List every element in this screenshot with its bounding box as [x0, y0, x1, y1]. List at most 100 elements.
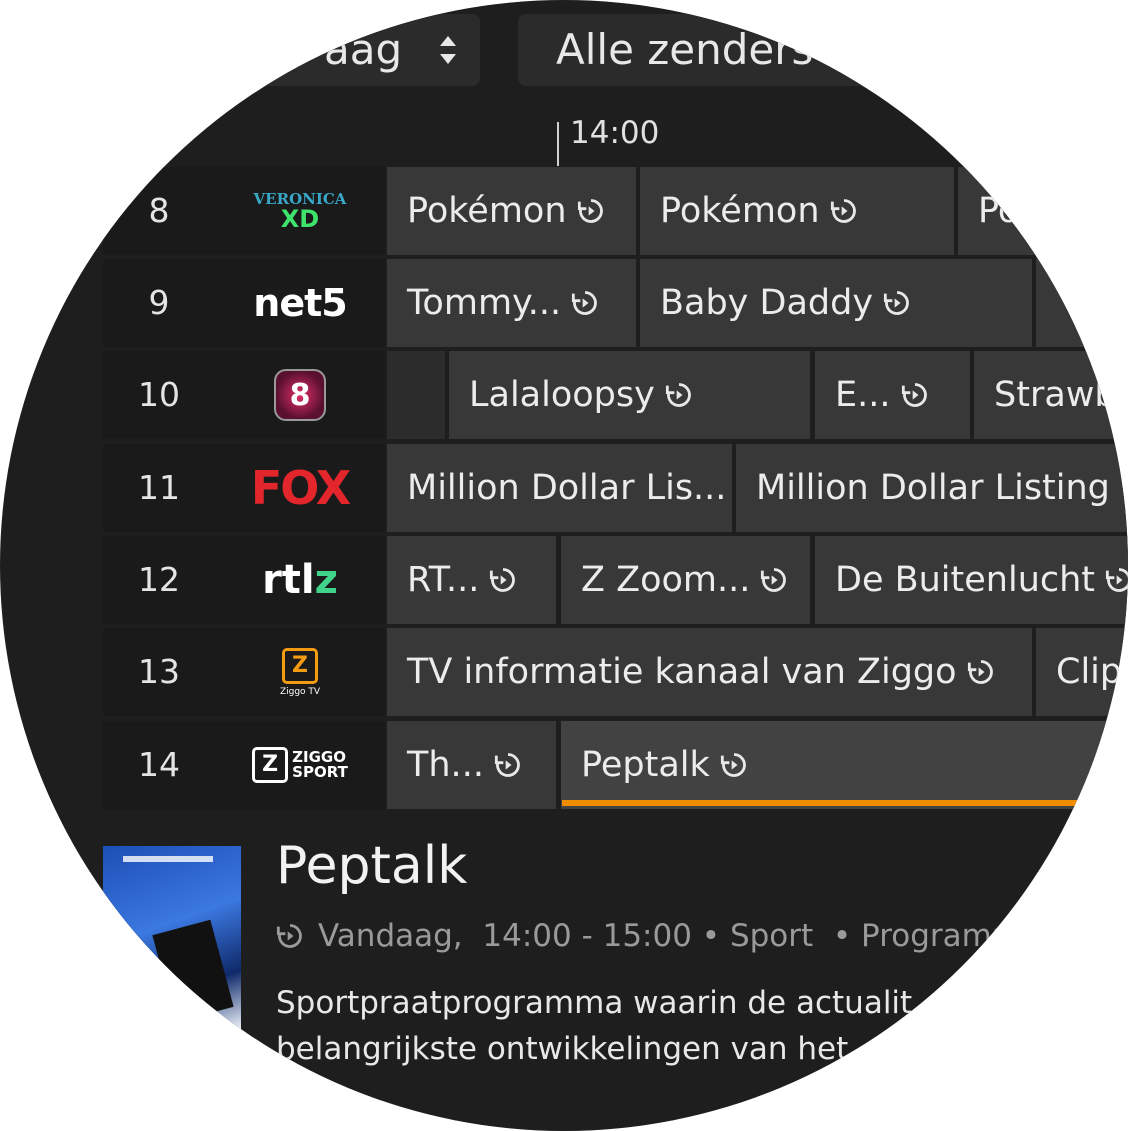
channel-number: 8 — [103, 167, 215, 255]
program-cell[interactable] — [1036, 259, 1128, 347]
detail-day: Vandaag, — [318, 918, 463, 954]
program-title: Baby Daddy — [660, 283, 874, 323]
program-title: Million Dollar Lis... — [407, 468, 727, 508]
program-cell[interactable]: Lalaloopsy — [449, 351, 810, 439]
detail-genre: Sport — [729, 918, 814, 954]
channel-logo-rtl8[interactable]: 8 — [215, 351, 385, 439]
channel-number: 14 — [103, 721, 215, 809]
xd-logo-text: XD — [280, 204, 320, 233]
channel-logo-ziggosport[interactable]: Z ZIGGO SPORT — [215, 721, 385, 809]
net5-logo-text: net5 — [253, 281, 347, 325]
program-title: Lalaloopsy — [469, 375, 655, 415]
replay-icon — [883, 291, 909, 315]
channel-row-14: 14 Z ZIGGO SPORT Th... Peptalk — [0, 721, 1128, 809]
program-cell[interactable]: Tommy... — [387, 259, 636, 347]
channel-logo-veronica[interactable]: VERONICA XD — [215, 167, 385, 255]
replay-icon — [276, 924, 302, 948]
day-selector[interactable]: aag — [240, 14, 480, 86]
channel-row-9: 9 net5 Tommy... Baby Daddy — [0, 259, 1128, 347]
channel-logo-ziggotv[interactable]: Z Ziggo TV — [215, 628, 385, 716]
replay-icon — [490, 568, 516, 592]
channel-number: 10 — [103, 351, 215, 439]
program-cell-selected[interactable]: Peptalk — [561, 721, 1128, 809]
replay-icon — [572, 291, 598, 315]
time-marker — [557, 122, 559, 166]
detail-meta: Vandaag, 14:00 - 15:00 • Sport • Program… — [276, 918, 1022, 954]
replay-icon — [665, 383, 691, 407]
program-title: RT... — [407, 560, 480, 600]
ziggosport-logo-box: Z — [252, 747, 289, 783]
channel-row-12: 12 rtl z RT... Z Zoom... De Buitenlucht — [0, 536, 1128, 624]
program-title: Clip — [1056, 652, 1123, 692]
program-cell[interactable]: Po — [958, 167, 1128, 255]
program-cell[interactable] — [387, 351, 445, 439]
replay-icon — [494, 753, 520, 777]
program-title: Po — [978, 191, 1020, 231]
channel-number: 12 — [103, 536, 215, 624]
program-title: Pokémon — [660, 191, 820, 231]
program-cell[interactable]: TV informatie kanaal van Ziggo — [387, 628, 1032, 716]
rtl8-logo-text: 8 — [289, 377, 311, 413]
channel-logo-rtlz[interactable]: rtl z — [215, 536, 385, 624]
program-title: Th... — [407, 745, 484, 785]
program-title: E... — [835, 375, 891, 415]
channel-logo-fox[interactable]: FOX — [215, 444, 385, 532]
fox-logo-text: FOX — [250, 461, 351, 515]
channel-number: 13 — [103, 628, 215, 716]
sort-arrows-icon — [438, 32, 458, 68]
replay-icon — [967, 660, 993, 684]
ziggotv-logo-text: Z — [292, 652, 308, 678]
replay-icon — [761, 568, 787, 592]
replay-icon — [830, 199, 856, 223]
ziggotv-logo-box: Z — [282, 647, 318, 684]
program-cell[interactable]: Strawb — [974, 351, 1128, 439]
program-cell[interactable]: E... — [815, 351, 970, 439]
program-cell[interactable]: RT... — [387, 536, 556, 624]
description-line-2: belangrijkste ontwikkelingen van het — [276, 1031, 849, 1067]
epg-screen: aag Alle zenders 14:00 8 VERONICA XD Pok… — [0, 0, 1128, 1131]
replay-icon — [577, 199, 603, 223]
program-cell[interactable]: Z Zoom... — [561, 536, 810, 624]
channel-number: 9 — [103, 259, 215, 347]
rtl8-logo: 8 — [274, 369, 326, 421]
detail-description: Sportpraatprogramma waarin de actualit b… — [276, 980, 912, 1072]
channel-filter-label: Alle zenders — [556, 25, 814, 74]
channel-row-11: 11 FOX Million Dollar Lis... Million Dol… — [0, 444, 1128, 532]
channel-row-13: 13 Z Ziggo TV TV informatie kanaal van Z… — [0, 628, 1128, 716]
program-title: Strawb — [994, 375, 1117, 415]
program-cell[interactable]: De Buitenlucht — [815, 536, 1128, 624]
day-selector-label: aag — [324, 25, 403, 74]
program-title: Z Zoom... — [581, 560, 751, 600]
program-cell[interactable]: Million Dollar Lis... — [387, 444, 732, 532]
description-line-1: Sportpraatprogramma waarin de actualit — [276, 985, 913, 1021]
program-cell[interactable]: Th... — [387, 721, 556, 809]
channel-filter[interactable]: Alle zenders — [518, 14, 1078, 86]
program-title: Pokémon — [407, 191, 567, 231]
replay-icon — [720, 753, 746, 777]
detail-time: 14:00 - 15:00 — [482, 918, 692, 954]
replay-icon — [1105, 568, 1128, 592]
program-cell[interactable]: Million Dollar Listing — [736, 444, 1128, 532]
program-cell[interactable]: Pokémon — [387, 167, 636, 255]
replay-icon — [901, 383, 927, 407]
program-title: De Buitenlucht — [835, 560, 1096, 600]
ziggotv-logo-sub: Ziggo TV — [279, 686, 321, 697]
channel-number: 11 — [103, 444, 215, 532]
program-title: Million Dollar Listing — [756, 468, 1110, 508]
program-cell[interactable]: Pokémon — [640, 167, 954, 255]
detail-title: Peptalk — [276, 836, 468, 896]
detail-type: Programm — [861, 918, 1023, 954]
channel-logo-net5[interactable]: net5 — [215, 259, 385, 347]
channel-row-10: 10 8 Lalaloopsy E... Strawb — [0, 351, 1128, 439]
time-marker-label: 14:00 — [570, 115, 660, 151]
program-thumbnail — [103, 846, 241, 1086]
program-title: Peptalk — [581, 745, 710, 785]
program-cell[interactable]: Clip — [1036, 628, 1128, 716]
ziggosport-logo-sub: SPORT — [292, 763, 348, 781]
channel-row-8: 8 VERONICA XD Pokémon Pokémon Po — [0, 167, 1128, 255]
program-cell[interactable]: Baby Daddy — [640, 259, 1032, 347]
selection-progress-bar — [562, 800, 1082, 806]
program-title: TV informatie kanaal van Ziggo — [407, 652, 957, 692]
rtlz-logo-sub: z — [314, 557, 338, 603]
program-title: Tommy... — [407, 283, 562, 323]
